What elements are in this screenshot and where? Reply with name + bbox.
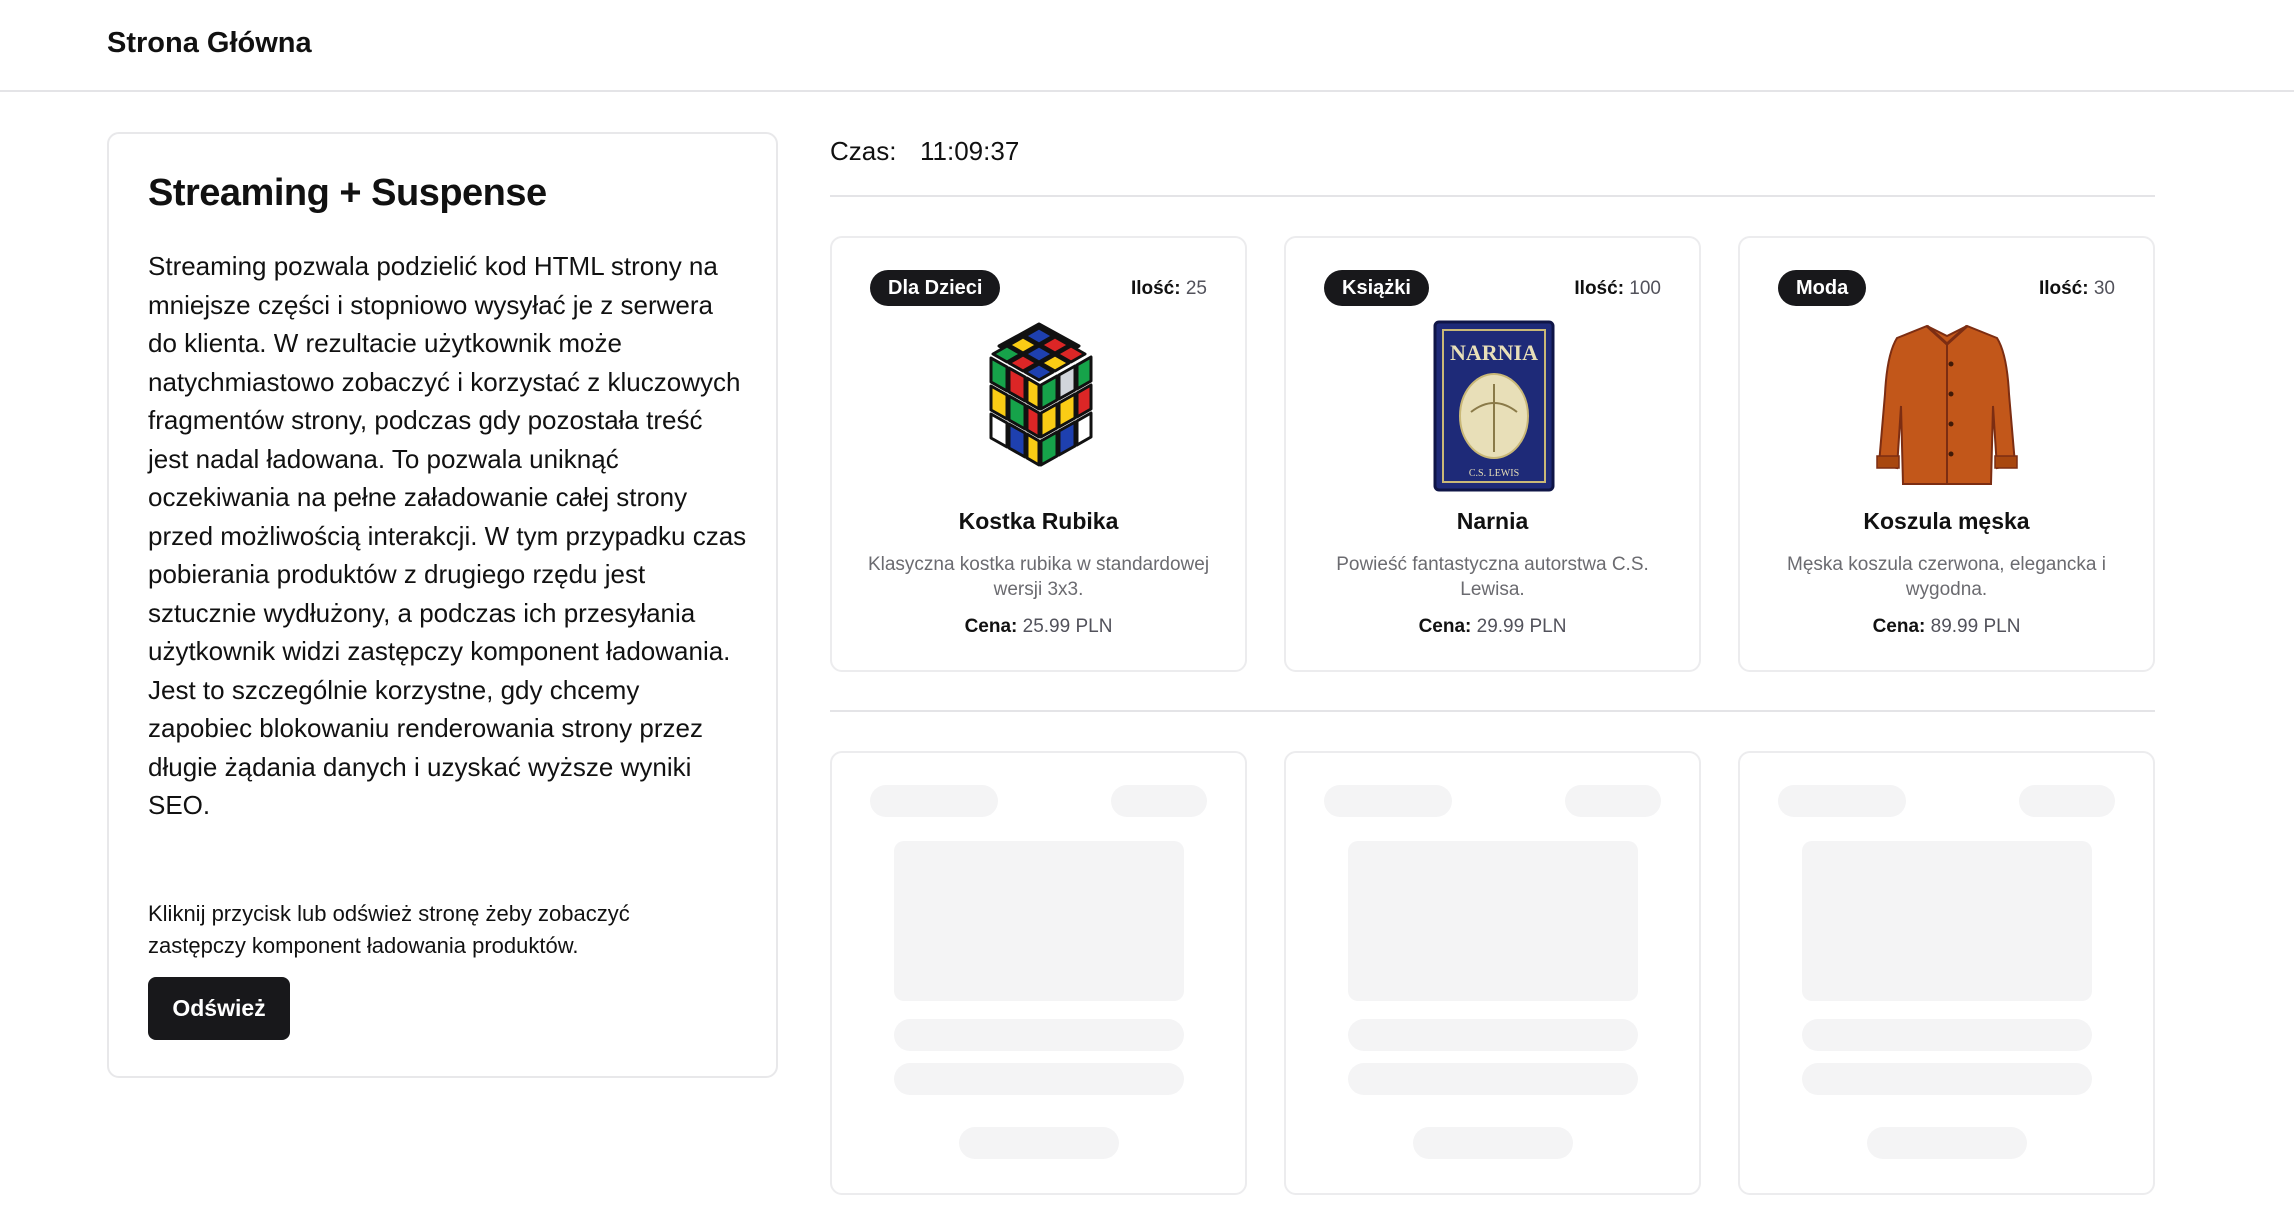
skeleton-price bbox=[1413, 1127, 1573, 1159]
skeleton-image bbox=[1802, 841, 2092, 1001]
price-value: 29.99 PLN bbox=[1476, 616, 1567, 637]
quantity-label: Ilość: bbox=[2038, 278, 2089, 299]
product-name: Koszula męska bbox=[1863, 508, 2030, 534]
category-badge: Dla Dzieci bbox=[870, 270, 1001, 306]
price-label: Cena: bbox=[1418, 616, 1472, 637]
skeleton-title bbox=[1348, 1019, 1638, 1051]
orange-shirt-image bbox=[1875, 324, 2018, 485]
intro-description: Streaming pozwala podzielić kod HTML str… bbox=[148, 251, 747, 820]
skeleton-badge bbox=[1778, 785, 1906, 817]
category-badge: Książki bbox=[1324, 270, 1429, 306]
product-card[interactable]: Książki Ilość: 100 NARNIA C.S. LEWIS Nar… bbox=[1284, 236, 1701, 672]
product-card[interactable]: Dla Dzieci Ilość: 25 Kostka Rubika Klasy… bbox=[830, 236, 1247, 672]
top-navbar: Strona Główna bbox=[0, 0, 2294, 92]
home-link[interactable]: Strona Główna bbox=[107, 27, 312, 60]
time-value: 11:09:37 bbox=[920, 136, 1020, 166]
rubiks-cube-image bbox=[989, 322, 1092, 467]
product-price: Cena: 29.99 PLN bbox=[1286, 616, 1699, 638]
quantity-value: 30 bbox=[2093, 278, 2115, 299]
loading-skeleton-card bbox=[1284, 751, 1701, 1195]
skeleton-quantity bbox=[2019, 785, 2115, 817]
refresh-hint: Kliknij przycisk lub odśwież stronę żeby… bbox=[148, 901, 630, 958]
intro-card: Streaming + Suspense Streaming pozwala p… bbox=[107, 132, 778, 1078]
book-title-art: NARNIA bbox=[1450, 340, 1538, 365]
skeleton-badge bbox=[870, 785, 998, 817]
price-label: Cena: bbox=[1872, 616, 1926, 637]
product-description: Męska koszula czerwona, elegancka i wygo… bbox=[1787, 554, 2106, 600]
skeleton-price bbox=[959, 1127, 1119, 1159]
price-value: 25.99 PLN bbox=[1022, 616, 1113, 637]
price-label: Cena: bbox=[964, 616, 1018, 637]
product-price: Cena: 89.99 PLN bbox=[1740, 616, 2153, 638]
skeleton-description bbox=[894, 1063, 1184, 1095]
time-display: Czas: 11:09:37 bbox=[830, 136, 1019, 167]
skeleton-image bbox=[894, 841, 1184, 1001]
quantity-info: Ilość: 25 bbox=[1131, 278, 1207, 300]
quantity-label: Ilość: bbox=[1130, 278, 1181, 299]
quantity-info: Ilość: 30 bbox=[2039, 278, 2115, 300]
quantity-value: 100 bbox=[1629, 278, 1661, 299]
quantity-info: Ilość: 100 bbox=[1574, 278, 1661, 300]
divider bbox=[830, 710, 2155, 712]
skeleton-description bbox=[1802, 1063, 2092, 1095]
category-badge: Moda bbox=[1778, 270, 1867, 306]
product-price: Cena: 25.99 PLN bbox=[832, 616, 1245, 638]
narnia-book-image: NARNIA C.S. LEWIS bbox=[1433, 320, 1554, 492]
skeleton-price bbox=[1867, 1127, 2027, 1159]
price-value: 89.99 PLN bbox=[1930, 616, 2021, 637]
product-description: Klasyczna kostka rubika w standardowej w… bbox=[867, 554, 1210, 600]
product-name: Kostka Rubika bbox=[958, 508, 1119, 534]
refresh-button[interactable]: Odśwież bbox=[148, 977, 290, 1040]
product-card[interactable]: Moda Ilość: 30 Koszula męska Męska koszu… bbox=[1738, 236, 2155, 672]
divider bbox=[830, 195, 2155, 197]
skeleton-description bbox=[1348, 1063, 1638, 1095]
product-description: Powieść fantastyczna autorstwa C.S. Lewi… bbox=[1336, 554, 1649, 600]
loading-skeleton-card bbox=[830, 751, 1247, 1195]
skeleton-title bbox=[894, 1019, 1184, 1051]
skeleton-title bbox=[1802, 1019, 2092, 1051]
intro-title: Streaming + Suspense bbox=[148, 172, 547, 214]
time-label: Czas: bbox=[830, 136, 897, 166]
product-name: Narnia bbox=[1456, 508, 1529, 534]
skeleton-quantity bbox=[1565, 785, 1661, 817]
loading-skeleton-card bbox=[1738, 751, 2155, 1195]
book-author-art: C.S. LEWIS bbox=[1468, 468, 1518, 479]
quantity-value: 25 bbox=[1185, 278, 1207, 299]
skeleton-badge bbox=[1324, 785, 1452, 817]
quantity-label: Ilość: bbox=[1574, 278, 1625, 299]
skeleton-quantity bbox=[1111, 785, 1207, 817]
skeleton-image bbox=[1348, 841, 1638, 1001]
